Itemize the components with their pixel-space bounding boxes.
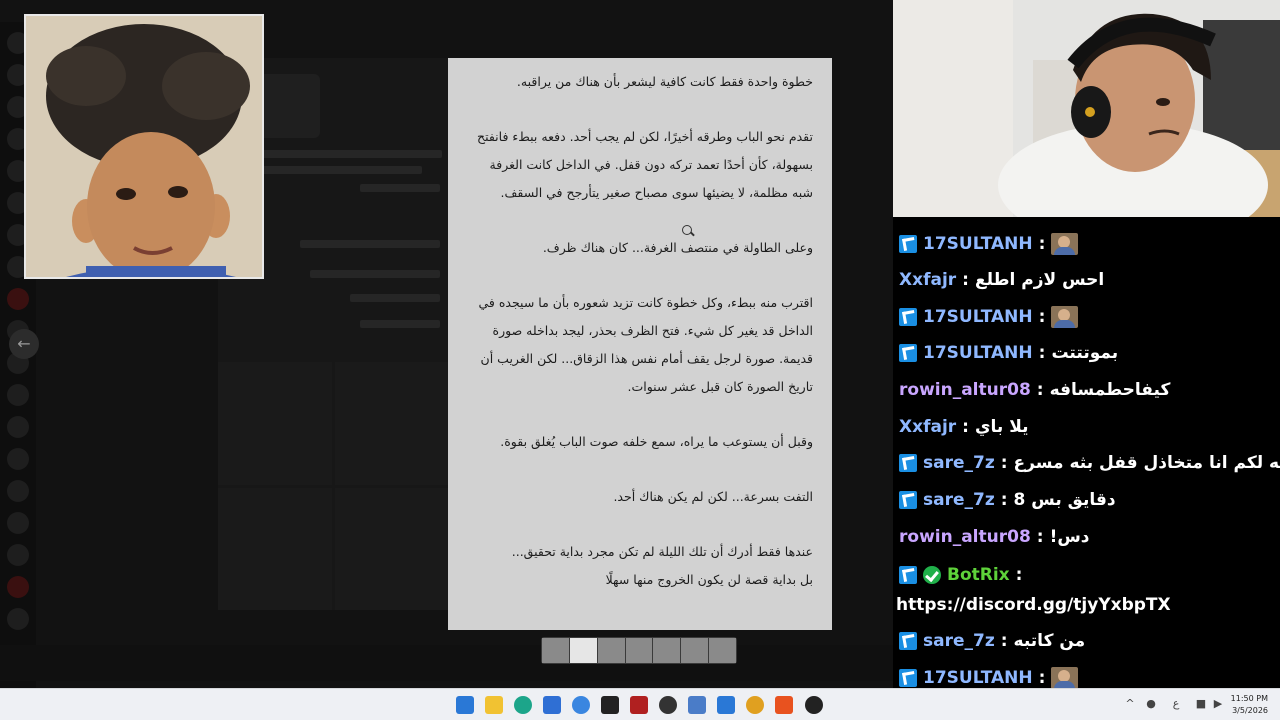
taskbar-clock[interactable]: 11:50 PM 3/5/2026 [1208,693,1268,717]
chat-message: sare_7z : من كاتبه [899,626,1270,656]
network-icon[interactable]: ■ [1195,698,1207,710]
app-icon[interactable] [805,696,823,714]
language-icon[interactable]: ع [1170,698,1182,710]
thumbnail[interactable] [542,638,569,663]
recorder-icon[interactable] [630,696,648,714]
stream-chat: 17SULTANH : Xxfajr : احس لازم اطلع 17SUL… [893,217,1280,688]
windows-taskbar: ^ ● ع ■ ▶ 11:50 PM 3/5/2026 [0,688,1280,720]
chat-message: sare_7z : دقايق بس 8 [899,485,1270,515]
chevron-up-icon[interactable]: ^ [1124,698,1136,710]
streamer-webcam-image [893,0,1280,217]
chat-text: احس لازم اطلع [974,270,1105,290]
obs-icon[interactable] [659,696,677,714]
emote-icon [1051,233,1079,255]
thumbnail[interactable] [625,638,653,663]
edge-icon[interactable] [514,696,532,714]
brave-icon[interactable] [775,696,793,714]
chat-message: Xxfajr : احس لازم اطلع [899,270,1105,290]
chat-message: rowin_altur08 : كيفاحطمسافه [899,380,1171,400]
paint-icon[interactable] [688,696,706,714]
chat-message: 17SULTANH : بموتتتت [899,338,1270,368]
chat-message: sare_7z : قايله لكم انا متخاذل قفل بثه م… [899,448,1280,478]
microphone-icon[interactable]: ● [1145,698,1157,710]
discord-link[interactable]: https://discord.gg/tjyYxbpTX [896,595,1171,615]
subscriber-badge-icon [899,235,917,253]
app-icon[interactable] [717,696,735,714]
subscriber-badge-icon [899,491,917,509]
chat-username[interactable]: 17SULTANH [923,668,1033,688]
chat-text: بموتتتت [1051,343,1119,363]
thumbnail[interactable] [597,638,625,663]
story-paragraph: التفت بسرعة... لكن لم يكن هناك أحد. [613,489,813,504]
subscriber-badge-icon [899,566,917,584]
chat-username[interactable]: 17SULTANH [923,234,1033,254]
chat-text: دس! [1049,527,1090,547]
background-image-grid [218,362,448,610]
story-document: خطوة واحدة فقط كانت كافية ليشعر بأن هناك… [448,58,832,630]
chat-message: rowin_altur08 : دس! [899,527,1090,547]
chat-text: من كاتبه [1013,631,1086,651]
chat-username[interactable]: rowin_altur08 [899,380,1031,400]
windows-start-icon[interactable] [456,696,474,714]
streamer-webcam [893,0,1280,217]
chat-message: Xxfajr : يلا باي [899,417,1029,437]
discord-icon[interactable] [746,696,764,714]
background-message-bar [0,645,893,681]
chat-username[interactable]: sare_7z [923,631,995,651]
image-thumbnail-strip[interactable] [541,637,737,664]
subscriber-badge-icon [899,454,917,472]
chat-username[interactable]: BotRix [947,565,1010,585]
mail-icon[interactable] [572,696,590,714]
child-photo-image [26,16,262,277]
chat-username[interactable]: 17SULTANH [923,307,1033,327]
prev-image-button[interactable]: ← [9,329,39,359]
story-paragraph: وعلى الطاولة في منتصف الغرفة... كان هناك… [542,240,813,255]
subscriber-badge-icon [899,669,917,687]
chat-username[interactable]: Xxfajr [899,417,956,437]
screen: ← → خطوة واحدة فقط كانت كافية ليشعر بأن … [0,0,1280,720]
child-photo-overlay [24,14,264,279]
emote-icon [1051,306,1079,328]
thumbnail[interactable] [681,638,709,663]
emote-icon [1051,667,1079,688]
thumbnail[interactable] [653,638,681,663]
store-icon[interactable] [543,696,561,714]
chat-username[interactable]: rowin_altur08 [899,527,1031,547]
chat-message: 17SULTANH : [899,302,1270,332]
mouse-cursor-icon [682,225,692,235]
file-explorer-icon[interactable] [485,696,503,714]
chat-username[interactable]: Xxfajr [899,270,956,290]
chat-text: كيفاحطمسافه [1049,380,1171,400]
story-paragraph: بل بداية قصة لن يكون الخروج منها سهلًا [605,572,813,587]
terminal-icon[interactable] [601,696,619,714]
story-paragraph: عندها فقط أدرك أن تلك الليلة لم تكن مجرد… [511,544,813,559]
chat-username[interactable]: sare_7z [923,490,995,510]
thumbnail[interactable] [709,638,737,663]
chat-text: يلا باي [974,417,1029,437]
verified-badge-icon [923,566,941,584]
chat-username[interactable]: sare_7z [923,453,995,473]
chat-username[interactable]: 17SULTANH [923,343,1033,363]
subscriber-badge-icon [899,632,917,650]
chat-text: دقايق بس 8 [1013,490,1116,510]
chat-message: 17SULTANH : [899,229,1270,259]
chat-text: قايله لكم انا متخاذل قفل بثه مسرع [1013,453,1280,473]
subscriber-badge-icon [899,308,917,326]
thumbnail-active[interactable] [569,638,597,663]
story-paragraph: اقترب منه ببطء، وكل خطوة كانت تزيد شعوره… [478,295,814,394]
chat-message: BotRix : [899,560,1270,590]
chat-message: 17SULTANH : [899,663,1270,688]
story-paragraph: وقبل أن يستوعب ما يراه، سمع خلفه صوت الب… [500,434,813,449]
story-paragraph: خطوة واحدة فقط كانت كافية ليشعر بأن هناك… [516,74,813,89]
story-paragraph: تقدم نحو الباب وطرقه أخيرًا، لكن لم يجب … [477,129,813,200]
subscriber-badge-icon [899,344,917,362]
